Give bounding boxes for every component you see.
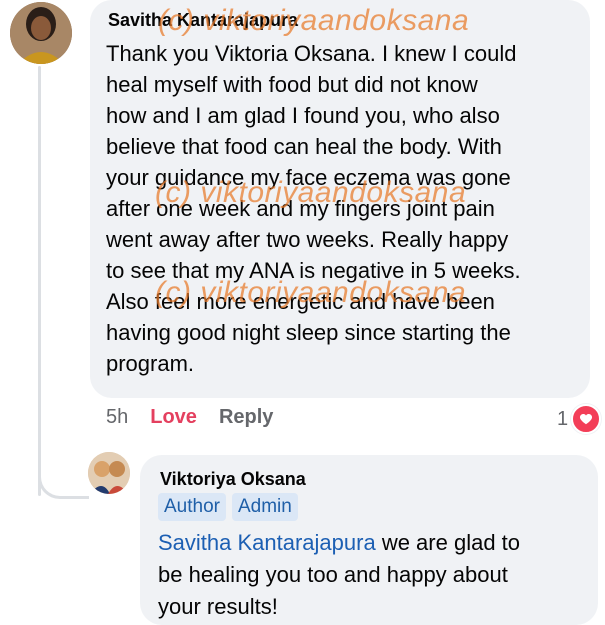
- comment-line: how and I am glad I found you, who also: [106, 103, 500, 128]
- reply-bubble: Viktoriya Oksana Author Admin Savitha Ka…: [140, 455, 598, 625]
- comment-line: program.: [106, 351, 195, 376]
- reply-author[interactable]: Viktoriya Oksana: [160, 469, 306, 490]
- reaction-count: 1: [557, 407, 569, 430]
- heart-icon: [571, 404, 602, 434]
- watermark: (c) viktoriyaandoksana: [155, 276, 467, 309]
- comment-line: heal myself with food but did not know: [106, 72, 478, 97]
- watermark: (c) viktoriyaandoksana: [155, 176, 467, 209]
- reply-line: Savitha Kantarajapura we are glad to: [158, 527, 588, 559]
- watermark: (c) viktoriyaandoksana: [158, 4, 470, 37]
- reply-button[interactable]: Reply: [219, 406, 273, 429]
- profile-photo-icon: [88, 452, 130, 494]
- author-badge: Author: [158, 493, 226, 521]
- profile-photo-icon: [10, 2, 72, 64]
- role-badges: Author Admin: [158, 493, 298, 521]
- timestamp[interactable]: 5h: [106, 406, 128, 429]
- reply-line-rest: we are glad to: [375, 530, 521, 555]
- comment-actions: 5h Love Reply: [106, 406, 273, 429]
- comment-line: Thank you Viktoria Oksana. I knew I coul…: [106, 41, 517, 66]
- mention-link[interactable]: Savitha Kantarajapura: [158, 530, 376, 555]
- avatar[interactable]: [10, 2, 72, 64]
- love-button[interactable]: Love: [150, 406, 197, 429]
- thread-line: [38, 66, 41, 496]
- reaction-summary[interactable]: 1: [557, 404, 602, 434]
- comment-line: having good night sleep since starting t…: [106, 320, 511, 345]
- reply-line: be healing you too and happy about: [158, 562, 508, 587]
- comment-line: went away after two weeks. Really happy: [106, 227, 509, 252]
- reply-text: Savitha Kantarajapura we are glad to be …: [158, 527, 588, 623]
- reply-line: your results!: [158, 594, 278, 619]
- reply-connector-line: [38, 440, 89, 499]
- admin-badge: Admin: [231, 493, 298, 521]
- reply-avatar[interactable]: [88, 452, 130, 494]
- comment-line: believe that food can heal the body. Wit…: [106, 134, 502, 159]
